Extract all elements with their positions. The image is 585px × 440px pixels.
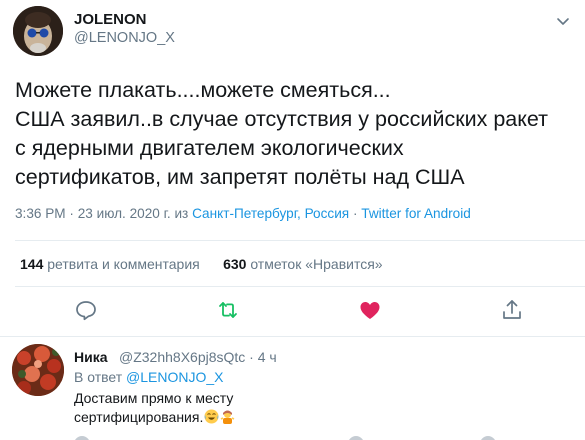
reply-author-avatar[interactable] [12,344,64,396]
divider [15,286,585,287]
reply-text-segment: сертифицирования. [74,409,204,425]
retweets-stat[interactable]: 144 ретвита и комментария [20,256,200,272]
reply-text-line-2: сертифицирования. [74,408,235,427]
author-avatar[interactable] [13,6,63,56]
from-word: из [174,206,189,221]
separator: · [69,206,74,221]
tweet-date[interactable]: 23 июл. 2020 г. [78,206,171,221]
reply-icon[interactable] [74,298,98,322]
likes-count: 630 [223,256,247,272]
retweet-icon[interactable] [216,298,240,322]
divider [15,240,585,241]
reply-text: Доставим прямо к месту сертифицирования. [74,389,235,427]
reply-author-meta: @Z32hh8X6pj8sQtc · 4 ч [119,349,277,365]
likes-label: отметок «Нравится» [250,256,383,272]
cropped-top-edge: · · · · · · [0,0,585,5]
reply-author-handle[interactable]: @Z32hh8X6pj8sQtc [119,349,245,365]
tweet-meta: 3:36 PM · 23 июл. 2020 г. из Санкт-Петер… [15,206,471,221]
tweet-text: Можете плакать....можете смеяться... США… [15,76,575,192]
in-reply-handle-link[interactable]: @LENONJO_X [126,369,223,385]
in-reply-prefix: В ответ [74,369,123,385]
separator: · [352,206,358,221]
client-link[interactable]: Twitter for Android [361,206,471,221]
author-name[interactable]: JOLENON [74,11,147,28]
reply-time[interactable]: 4 ч [258,349,277,365]
retweets-label: ретвита и комментария [47,256,200,272]
tweet-action-bar [0,298,585,324]
author-handle[interactable]: @LENONJO_X [74,30,175,46]
tweet-time[interactable]: 3:36 PM [15,206,66,221]
separator: · [249,349,254,365]
tweet-text-line: Можете плакать....можете смеяться... [15,78,391,102]
face-with-tears-of-joy-icon [204,409,219,424]
chevron-down-icon[interactable] [555,13,571,29]
tweet-text-line: США заявил..в случае отсутствия у россий… [15,107,548,131]
location-link[interactable]: Санкт-Петербург, Россия [192,206,349,221]
in-reply-to: В ответ @LENONJO_X [74,369,224,385]
retweets-count: 144 [20,256,44,272]
divider [0,336,585,337]
share-icon[interactable] [500,298,524,322]
tweet-text-line: с ядерными двигателем экологических [15,136,404,160]
person-shrugging-icon [220,409,235,424]
reply-text-line: Доставим прямо к месту [74,390,234,406]
likes-stat[interactable]: 630 отметок «Нравится» [223,256,383,272]
tweet-stats: 144 ретвита и комментария 630 отметок «Н… [20,256,383,272]
reply-author-name[interactable]: Ника [74,349,108,365]
tweet-text-line: сертификатов, им запретят полёты над США [15,165,465,189]
cropped-bottom-edge [0,434,585,440]
heart-icon[interactable] [358,298,382,322]
